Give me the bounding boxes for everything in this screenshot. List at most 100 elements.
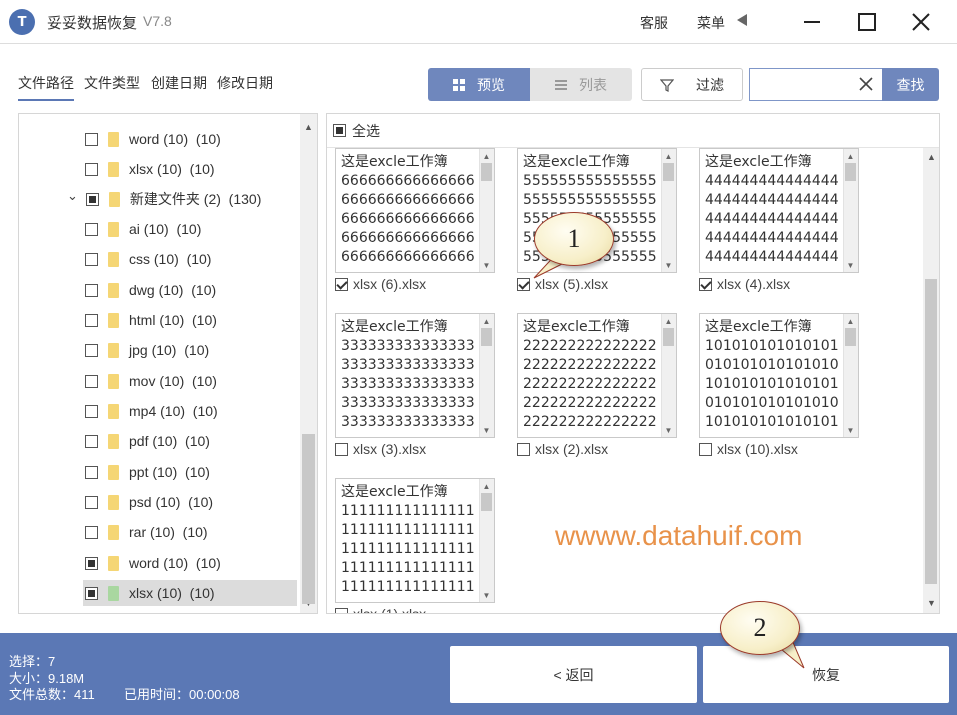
scroll-down-icon[interactable]: ▼ [663,425,674,435]
tree-item-checkbox[interactable] [85,374,98,388]
recover-button[interactable]: 恢复 [703,646,949,703]
file-caption[interactable]: xlsx (4).xlsx [699,276,790,292]
maximize-button[interactable] [852,8,882,36]
file-checkbox[interactable] [517,442,530,456]
tree-item-checkbox[interactable] [85,404,98,418]
file-preview-card[interactable]: 这是excle工作簿 111111111111111 1111111111111… [335,478,495,603]
file-preview-card[interactable]: 这是excle工作簿 666666666666666 6666666666666… [335,148,495,273]
tree-item[interactable]: xlsx (10) (10) [83,580,297,606]
tree-item-checkbox[interactable] [85,556,98,570]
select-all-row[interactable]: 全选 [327,114,939,148]
scroll-up-icon[interactable]: ▲ [481,151,492,161]
tree-item-checkbox[interactable] [85,252,98,266]
menu-button[interactable]: 菜单 [697,13,725,33]
preview-scroll-thumb[interactable] [845,328,856,346]
scroll-up-icon[interactable]: ▲ [304,122,313,132]
file-caption[interactable]: xlsx (2).xlsx [517,441,608,457]
tree-item[interactable]: ai (10) (10) [85,216,201,242]
clear-search-icon[interactable] [856,74,876,94]
file-caption[interactable]: xlsx (3).xlsx [335,441,426,457]
preview-view-button[interactable]: 预览 [428,68,530,101]
back-button[interactable]: < 返回 [450,646,697,703]
file-caption[interactable]: xlsx (10).xlsx [699,441,798,457]
scroll-up-icon[interactable]: ▲ [481,481,492,491]
tab-modified-date[interactable]: 修改日期 [217,73,273,93]
tree-item-checkbox[interactable] [85,434,98,448]
list-view-button[interactable]: 列表 [530,68,632,101]
tree-item-checkbox[interactable] [85,495,98,509]
file-checkbox[interactable] [335,442,348,456]
expand-chevron-icon[interactable]: ⌄ [67,188,78,204]
tree-item[interactable]: pdf (10) (10) [85,428,210,454]
preview-scrollbar[interactable]: ▲ ▼ [843,149,858,272]
scroll-down-icon[interactable]: ▼ [845,425,856,435]
tree-item-checkbox[interactable] [85,222,98,236]
tree-item[interactable]: xlsx (10) (10) [85,156,215,182]
tree-item-checkbox[interactable] [85,343,98,357]
preview-scroll-thumb[interactable] [481,328,492,346]
preview-scrollbar[interactable]: ▲ ▼ [843,314,858,437]
tree-item[interactable]: word (10) (10) [85,126,221,152]
tree-item[interactable]: jpg (10) (10) [85,337,209,363]
scroll-up-icon[interactable]: ▲ [481,316,492,326]
tree-item-checkbox[interactable] [85,313,98,327]
tree-item-checkbox[interactable] [85,586,98,600]
tab-file-type[interactable]: 文件类型 [84,73,140,93]
file-preview-card[interactable]: 这是excle工作簿 444444444444444 4444444444444… [699,148,859,273]
tree-item-checkbox[interactable] [85,525,98,539]
file-checkbox[interactable] [699,277,712,291]
tree-item[interactable]: psd (10) (10) [85,489,213,515]
preview-scrollbar[interactable]: ▲ ▼ [661,149,676,272]
select-all-checkbox[interactable] [333,124,346,137]
file-preview-card[interactable]: 这是excle工作簿 222222222222222 2222222222222… [517,313,677,438]
tree-item[interactable]: mp4 (10) (10) [85,398,218,424]
scroll-down-icon[interactable]: ▼ [927,598,936,608]
scroll-up-icon[interactable]: ▲ [663,316,674,326]
tab-file-path[interactable]: 文件路径 [18,73,74,101]
file-checkbox[interactable] [335,277,348,291]
scroll-down-icon[interactable]: ▼ [481,590,492,600]
tree-item-checkbox[interactable] [85,465,98,479]
preview-scroll-thumb[interactable] [845,163,856,181]
tree-item-checkbox[interactable] [85,162,98,176]
scroll-up-icon[interactable]: ▲ [845,316,856,326]
file-preview-card[interactable]: 这是excle工作簿 333333333333333 3333333333333… [335,313,495,438]
preview-scroll-thumb[interactable] [481,163,492,181]
tree-item[interactable]: css (10) (10) [85,246,211,272]
preview-scrollbar[interactable]: ▲ ▼ [479,314,494,437]
customer-service-link[interactable]: 客服 [640,13,668,33]
tree-item[interactable]: ⌄ 新建文件夹 (2) (130) [67,186,261,212]
file-caption[interactable]: xlsx (6).xlsx [335,276,426,292]
file-checkbox[interactable] [335,607,348,613]
tree-item-checkbox[interactable] [85,283,98,297]
tree-item-checkbox[interactable] [85,192,99,206]
tree-item-checkbox[interactable] [85,132,98,146]
search-button[interactable]: 查找 [882,68,939,101]
preview-scrollbar[interactable]: ▲ ▼ [661,314,676,437]
tree-item[interactable]: mov (10) (10) [85,368,217,394]
file-panel-scroll-thumb[interactable] [925,279,937,584]
preview-scrollbar[interactable]: ▲ ▼ [479,149,494,272]
preview-scroll-thumb[interactable] [663,328,674,346]
file-preview-card[interactable]: 这是excle工作簿 101010101010101 0101010101010… [699,313,859,438]
scroll-down-icon[interactable]: ▼ [845,260,856,270]
scroll-up-icon[interactable]: ▲ [663,151,674,161]
scroll-down-icon[interactable]: ▼ [481,260,492,270]
tree-item[interactable]: word (10) (10) [85,550,221,576]
preview-scrollbar[interactable]: ▲ ▼ [479,479,494,602]
scroll-down-icon[interactable]: ▼ [481,425,492,435]
preview-scroll-thumb[interactable] [481,493,492,511]
scroll-up-icon[interactable]: ▲ [927,152,936,162]
tree-item[interactable]: rar (10) (10) [85,519,208,545]
file-caption[interactable]: xlsx (1).xlsx [335,606,426,613]
menu-arrow-icon[interactable] [735,13,749,30]
tree-item[interactable]: html (10) (10) [85,307,217,333]
minimize-button[interactable] [797,8,827,36]
tree-item[interactable]: ppt (10) (10) [85,459,210,485]
tab-created-date[interactable]: 创建日期 [151,73,207,93]
close-button[interactable] [906,8,936,36]
scroll-down-icon[interactable]: ▼ [663,260,674,270]
tree-item[interactable]: dwg (10) (10) [85,277,216,303]
filter-button[interactable]: 过滤 [641,68,743,101]
file-checkbox[interactable] [699,442,712,456]
